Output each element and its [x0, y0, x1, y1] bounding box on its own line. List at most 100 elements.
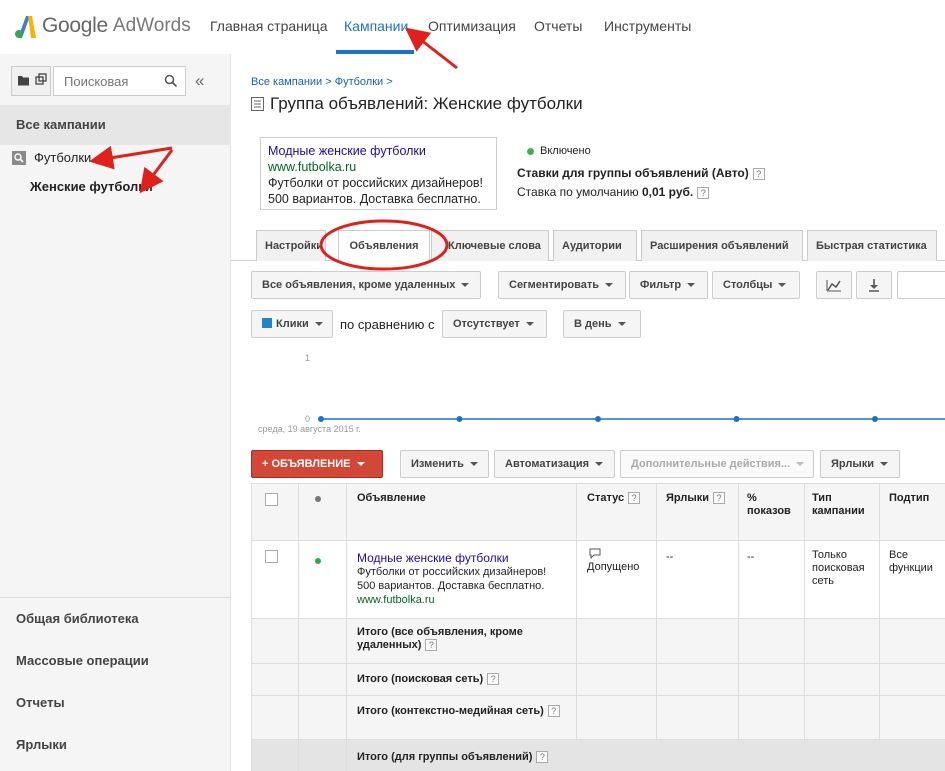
select-all-checkbox[interactable] [265, 493, 278, 506]
tab-keywords[interactable]: Ключевые слова [431, 230, 549, 261]
help-icon[interactable]: ? [487, 673, 500, 686]
nav-campaigns[interactable]: Кампании [344, 18, 408, 34]
edit-label: Изменить [411, 458, 464, 470]
tab-ads[interactable]: Объявления [338, 230, 430, 262]
nav-reports[interactable]: Отчеты [534, 18, 582, 34]
data-point[interactable] [456, 416, 463, 422]
metric-dropdown[interactable]: Клики [251, 310, 333, 338]
segment-dropdown[interactable]: Сегментировать [498, 271, 626, 299]
page-title-text: Группа объявлений: Женские футболки [270, 94, 583, 113]
adwords-app: Google AdWords Главная страница Кампании… [0, 0, 945, 771]
folder-icon [18, 73, 47, 86]
bids-label: Ставки для группы объявлений (Авто)? [517, 166, 765, 180]
ads-table: Объявление Статус? Ярлыки? % показов Тип… [251, 483, 945, 771]
status-dot-icon [527, 147, 534, 155]
logo-product-text: AdWords [112, 15, 191, 36]
filter-all-ads-label: Все объявления, кроме удаленных [262, 279, 456, 291]
data-point[interactable] [318, 416, 324, 422]
help-icon[interactable]: ? [425, 639, 438, 652]
tab-quick-stats[interactable]: Быстрая статистика [807, 230, 937, 261]
sidebar-reports[interactable]: Отчеты [16, 695, 65, 710]
sidebar-labels[interactable]: Ярлыки [16, 737, 67, 752]
header-campaign-type[interactable]: Тип кампании [812, 492, 872, 518]
data-point[interactable] [595, 416, 601, 422]
row-checkbox[interactable] [265, 550, 278, 563]
download-button[interactable] [856, 271, 892, 299]
sidebar-all-campaigns[interactable]: Все кампании [0, 105, 231, 145]
active-nav-indicator [336, 50, 414, 54]
period-dropdown[interactable]: В день [563, 310, 641, 338]
sidebar-shared-library[interactable]: Общая библиотека [16, 611, 139, 626]
table-border [251, 540, 945, 541]
table-grand-total-bg [251, 739, 945, 771]
row-labels: -- [666, 551, 674, 563]
row-status-dot-icon [315, 558, 321, 564]
more-actions-label: Дополнительные действия... [631, 458, 791, 470]
filter-all-ads-dropdown[interactable]: Все объявления, кроме удаленных [251, 271, 481, 299]
edit-dropdown[interactable]: Изменить [400, 450, 489, 478]
help-icon[interactable]: ? [697, 186, 710, 199]
header-labels[interactable]: Ярлыки? [666, 492, 726, 505]
labels-dropdown[interactable]: Ярлыки [820, 450, 900, 478]
total-display-network-text: Итого (контекстно-медийная сеть) [357, 705, 544, 717]
sidebar-adgroup-item[interactable]: Женские футболки [30, 179, 153, 194]
search-icon [164, 74, 178, 88]
compare-dropdown[interactable]: Отсутствует [442, 310, 547, 338]
nav-tools[interactable]: Инструменты [604, 18, 691, 34]
tab-audiences[interactable]: Аудитории [553, 230, 637, 261]
sidebar-divider [0, 597, 231, 598]
segment-label: Сегментировать [509, 279, 600, 291]
data-point[interactable] [872, 416, 878, 422]
more-actions-dropdown[interactable]: Дополнительные действия... [620, 450, 814, 478]
ad-preview-line1: Футболки от российских дизайнеров! [268, 176, 484, 190]
compare-value: Отсутствует [453, 318, 520, 330]
adwords-logo-icon [15, 16, 36, 38]
default-bid-label: Ставка по умолчанию [517, 185, 639, 199]
chart-icon [826, 280, 841, 292]
metric-color-swatch [262, 318, 272, 328]
adgroup-status[interactable]: Включено [527, 145, 591, 157]
tab-bar: Настройки Объявления Ключевые слова Ауди… [231, 230, 945, 262]
row-status[interactable]: Допущено [587, 561, 639, 574]
tab-ad-extensions[interactable]: Расширения объявлений [641, 230, 803, 261]
tab-settings[interactable]: Настройки [256, 230, 326, 261]
default-bid-value[interactable]: 0,01 руб. [642, 185, 693, 199]
table-border [298, 483, 299, 771]
help-icon[interactable]: ? [713, 492, 726, 505]
ad-preview-headline[interactable]: Модные женские футболки [268, 143, 489, 159]
help-icon[interactable]: ? [547, 705, 560, 718]
sidebar-campaign-item[interactable]: Футболки [12, 150, 91, 165]
collapse-sidebar-button[interactable]: « [195, 71, 204, 91]
sidebar-view-toggle[interactable] [11, 66, 51, 96]
period-label: В день [574, 318, 612, 330]
header-impressions-share[interactable]: % показов [747, 492, 801, 518]
nav-optimization[interactable]: Оптимизация [428, 18, 516, 34]
adwords-logo[interactable]: Google AdWords [14, 12, 191, 40]
nav-home[interactable]: Главная страница [210, 18, 328, 34]
help-icon[interactable]: ? [628, 492, 641, 505]
breadcrumb[interactable]: Все кампании > Футболки > [251, 76, 393, 88]
header-status[interactable]: Статус? [587, 492, 641, 505]
header-ad[interactable]: Объявление [357, 492, 426, 505]
ad-group-icon [251, 97, 264, 111]
comment-icon [589, 548, 601, 559]
data-point[interactable] [733, 416, 740, 422]
help-icon[interactable]: ? [752, 167, 765, 180]
total-all-ads: Итого (все объявления, кроме удаленных)? [357, 626, 567, 652]
help-icon[interactable]: ? [536, 751, 549, 764]
automate-dropdown[interactable]: Автоматизация [494, 450, 615, 478]
top-bar: Google AdWords Главная страница Кампании… [0, 0, 945, 54]
row-ad-headline[interactable]: Модные женские футболки [357, 551, 572, 565]
sidebar-campaign-label: Футболки [34, 150, 92, 165]
total-search-network: Итого (поисковая сеть)? [357, 673, 500, 686]
columns-dropdown[interactable]: Столбцы [712, 271, 800, 299]
chart-toggle-button[interactable] [816, 271, 852, 299]
columns-label: Столбцы [723, 279, 773, 291]
sidebar-bulk-operations[interactable]: Массовые операции [16, 653, 149, 668]
search-table-input[interactable] [897, 271, 945, 299]
new-ad-button[interactable]: + ОБЪЯВЛЕНИЕ [251, 450, 383, 478]
y-tick-label: 1 [305, 353, 310, 363]
sidebar: « Все кампании Футболки Женские футболки… [0, 54, 231, 771]
header-subtype[interactable]: Подтип [889, 492, 929, 505]
filter-dropdown[interactable]: Фильтр [629, 271, 708, 299]
